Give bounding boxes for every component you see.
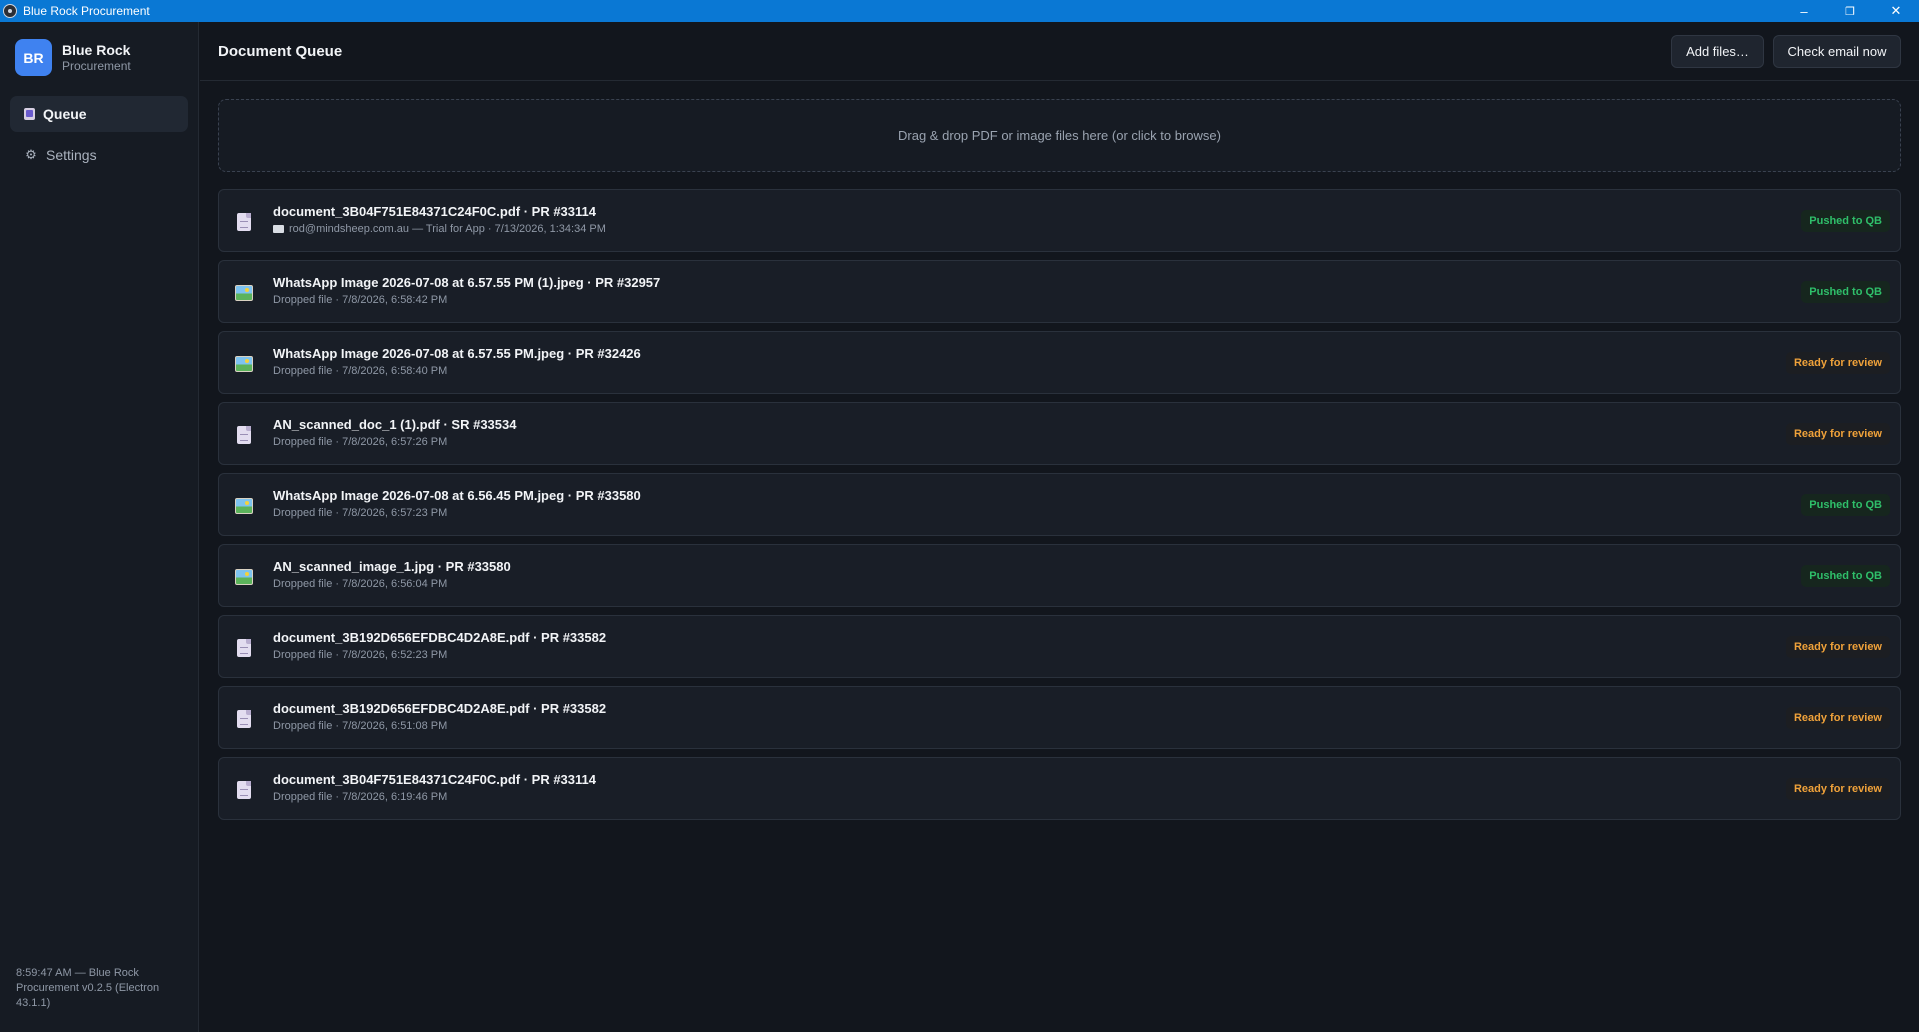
document-meta-text: Dropped file · 7/8/2026, 6:58:40 PM (273, 365, 448, 377)
title-bar: Blue Rock Procurement – ❐ ✕ (0, 0, 1919, 22)
list-item[interactable]: document_3B04F751E84371C24F0C.pdf · PR #… (218, 757, 1901, 820)
clipboard-icon (24, 108, 35, 120)
document-file-icon (237, 426, 251, 444)
list-item[interactable]: document_3B04F751E84371C24F0C.pdf · PR #… (218, 189, 1901, 252)
status-badge: Ready for review (1785, 423, 1890, 445)
document-meta: Dropped file · 7/8/2026, 6:56:04 PM (273, 578, 447, 590)
status-badge: Pushed to QB (1801, 565, 1890, 587)
sidebar-item-label: Settings (46, 147, 97, 163)
document-meta: Dropped file · 7/8/2026, 6:51:08 PM (273, 720, 447, 732)
document-meta: Dropped file · 7/8/2026, 6:57:23 PM (273, 507, 447, 519)
image-file-icon (235, 285, 253, 301)
document-title: document_3B192D656EFDBC4D2A8E.pdf · PR #… (273, 630, 607, 645)
document-file-icon (237, 213, 251, 231)
minimize-icon[interactable]: – (1781, 0, 1827, 22)
list-item[interactable]: AN_scanned_image_1.jpg · PR #33580 Droppe… (218, 544, 1901, 607)
list-item[interactable]: WhatsApp Image 2026-07-08 at 6.57.55 PM.… (218, 331, 1901, 394)
status-badge: Pushed to QB (1801, 281, 1890, 303)
sidebar-item-queue[interactable]: Queue (10, 96, 188, 132)
document-meta-text: Dropped file · 7/8/2026, 6:51:08 PM (273, 720, 448, 732)
file-type-icon (235, 567, 253, 587)
document-file-icon (237, 639, 251, 657)
document-meta: Dropped file · 7/8/2026, 6:58:42 PM (273, 294, 447, 306)
check-email-button[interactable]: Check email now (1773, 35, 1901, 68)
document-meta: Dropped file · 7/8/2026, 6:19:46 PM (273, 791, 447, 803)
sidebar: BR Blue Rock Procurement Queue ⚙ Setting… (0, 22, 199, 1032)
document-meta-text: Dropped file · 7/8/2026, 6:57:26 PM (273, 436, 448, 448)
brand-name: Blue Rock (62, 41, 131, 58)
document-meta: Dropped file · 7/8/2026, 6:52:23 PM (273, 649, 447, 661)
document-meta-text: Dropped file · 7/8/2026, 6:52:23 PM (273, 649, 448, 661)
document-list: document_3B04F751E84371C24F0C.pdf · PR #… (218, 189, 1901, 828)
close-icon[interactable]: ✕ (1873, 0, 1919, 22)
window-title: Blue Rock Procurement (23, 4, 150, 18)
list-item[interactable]: document_3B192D656EFDBC4D2A8E.pdf · PR #… (218, 686, 1901, 749)
file-type-icon (235, 354, 253, 374)
document-meta: Dropped file · 7/8/2026, 6:57:26 PM (273, 436, 447, 448)
page-title: Document Queue (218, 43, 343, 60)
file-type-icon (235, 638, 253, 658)
window-controls: – ❐ ✕ (1781, 0, 1919, 22)
list-item[interactable]: document_3B192D656EFDBC4D2A8E.pdf · PR #… (218, 615, 1901, 678)
document-meta-text: rod@mindsheep.com.au — Trial for App · 7… (289, 223, 606, 235)
header: Document Queue Add files… Check email no… (200, 22, 1919, 81)
file-type-icon (235, 496, 253, 516)
file-type-icon (235, 709, 253, 729)
file-type-icon (235, 212, 253, 232)
brand: BR Blue Rock Procurement (15, 39, 131, 76)
sidebar-item-settings[interactable]: ⚙ Settings (10, 137, 188, 173)
restore-icon[interactable]: ❐ (1827, 0, 1873, 22)
main-content: Document Queue Add files… Check email no… (200, 22, 1919, 1032)
document-meta-text: Dropped file · 7/8/2026, 6:57:23 PM (273, 507, 448, 519)
file-type-icon (235, 283, 253, 303)
document-title: document_3B04F751E84371C24F0C.pdf · PR #… (273, 204, 596, 219)
list-item[interactable]: WhatsApp Image 2026-07-08 at 6.57.55 PM … (218, 260, 1901, 323)
file-type-icon (235, 780, 253, 800)
file-type-icon (235, 425, 253, 445)
add-files-button[interactable]: Add files… (1671, 35, 1764, 68)
status-badge: Ready for review (1785, 778, 1890, 800)
document-title: document_3B04F751E84371C24F0C.pdf · PR #… (273, 772, 596, 787)
document-meta-text: Dropped file · 7/8/2026, 6:58:42 PM (273, 294, 448, 306)
document-meta: rod@mindsheep.com.au — Trial for App · 7… (273, 223, 606, 235)
status-badge: Ready for review (1785, 636, 1890, 658)
document-file-icon (237, 781, 251, 799)
brand-subtitle: Procurement (62, 58, 131, 73)
document-title: document_3B192D656EFDBC4D2A8E.pdf · PR #… (273, 701, 607, 716)
document-meta: Dropped file · 7/8/2026, 6:58:40 PM (273, 365, 447, 377)
status-badge: Ready for review (1785, 352, 1890, 374)
app-icon (3, 4, 17, 18)
image-file-icon (235, 569, 253, 585)
status-badge: Pushed to QB (1801, 494, 1890, 516)
image-file-icon (235, 356, 253, 372)
dropzone-text: Drag & drop PDF or image files here (or … (898, 128, 1221, 143)
image-file-icon (235, 498, 253, 514)
envelope-icon (273, 225, 284, 233)
document-title: AN_scanned_image_1.jpg · PR #33580 (273, 559, 511, 574)
gear-icon: ⚙ (25, 147, 37, 162)
document-title: AN_scanned_doc_1 (1).pdf · SR #33534 (273, 417, 517, 432)
document-title: WhatsApp Image 2026-07-08 at 6.57.55 PM … (273, 275, 661, 290)
document-title: WhatsApp Image 2026-07-08 at 6.56.45 PM.… (273, 488, 641, 503)
version-footer: 8:59:47 AM — Blue Rock Procurement v0.2.… (16, 967, 160, 1009)
brand-logo: BR (15, 39, 52, 76)
list-item[interactable]: AN_scanned_doc_1 (1).pdf · SR #33534 Drop… (218, 402, 1901, 465)
document-title: WhatsApp Image 2026-07-08 at 6.57.55 PM.… (273, 346, 641, 361)
sidebar-item-label: Queue (43, 106, 87, 122)
sidebar-nav: Queue ⚙ Settings (10, 96, 188, 178)
document-meta-text: Dropped file · 7/8/2026, 6:19:46 PM (273, 791, 448, 803)
file-dropzone[interactable]: Drag & drop PDF or image files here (or … (218, 99, 1901, 172)
status-badge: Ready for review (1785, 707, 1890, 729)
list-item[interactable]: WhatsApp Image 2026-07-08 at 6.56.45 PM.… (218, 473, 1901, 536)
document-meta-text: Dropped file · 7/8/2026, 6:56:04 PM (273, 578, 448, 590)
status-badge: Pushed to QB (1801, 210, 1890, 232)
document-file-icon (237, 710, 251, 728)
